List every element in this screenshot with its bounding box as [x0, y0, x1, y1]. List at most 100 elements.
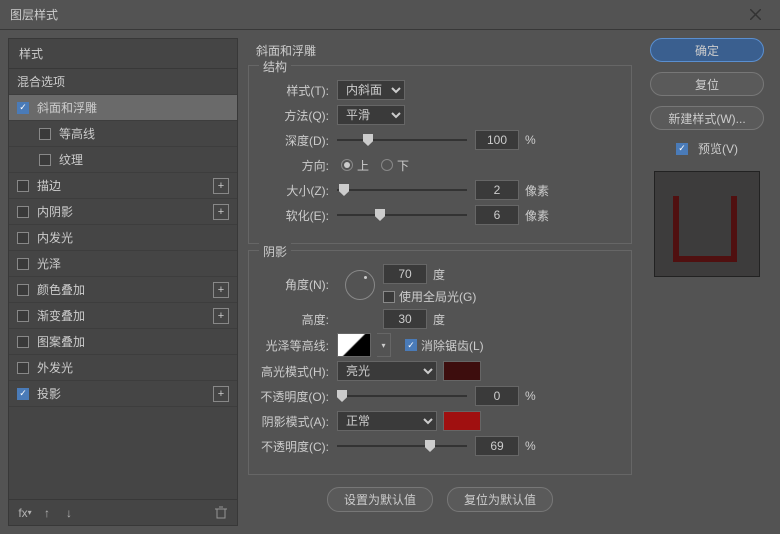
size-slider[interactable]: [337, 181, 467, 199]
settings-panel: 斜面和浮雕 结构 样式(T): 内斜面 方法(Q): 平滑 深度(D): % 方…: [238, 38, 642, 526]
add-effect-icon[interactable]: +: [213, 178, 229, 194]
styles-header: 样式: [9, 39, 237, 69]
soften-input[interactable]: [475, 205, 519, 225]
depth-label: 深度(D):: [257, 132, 337, 149]
shadow-color-swatch[interactable]: [443, 411, 481, 431]
shadow-opacity-slider[interactable]: [337, 437, 467, 455]
add-effect-icon[interactable]: +: [213, 282, 229, 298]
style-label: 图案叠加: [37, 333, 229, 350]
style-checkbox[interactable]: [17, 388, 29, 400]
section-title: 斜面和浮雕: [256, 42, 632, 59]
right-panel: 确定 复位 新建样式(W)... 预览(V): [642, 38, 772, 526]
gloss-contour-dropdown[interactable]: ▾: [377, 333, 391, 357]
style-checkbox[interactable]: [17, 362, 29, 374]
style-row[interactable]: 颜色叠加+: [9, 277, 237, 303]
style-checkbox[interactable]: [17, 206, 29, 218]
style-row[interactable]: 投影+: [9, 381, 237, 407]
highlight-mode-select[interactable]: 亮光: [337, 361, 437, 381]
style-checkbox[interactable]: [17, 180, 29, 192]
direction-down-radio[interactable]: [381, 159, 393, 171]
style-checkbox[interactable]: [39, 128, 51, 140]
ok-button[interactable]: 确定: [650, 38, 764, 62]
global-light-checkbox[interactable]: [383, 291, 395, 303]
altitude-label: 高度:: [257, 311, 337, 328]
style-label: 样式(T):: [257, 82, 337, 99]
style-row[interactable]: 渐变叠加+: [9, 303, 237, 329]
style-label: 光泽: [37, 255, 229, 272]
angle-label: 角度(N):: [257, 276, 337, 293]
style-label: 渐变叠加: [37, 307, 213, 324]
style-label: 外发光: [37, 359, 229, 376]
new-style-button[interactable]: 新建样式(W)...: [650, 106, 764, 130]
make-default-button[interactable]: 设置为默认值: [327, 487, 433, 512]
angle-dial[interactable]: [345, 270, 375, 300]
styles-list: 斜面和浮雕等高线纹理描边+内阴影+内发光光泽颜色叠加+渐变叠加+图案叠加外发光投…: [9, 95, 237, 499]
trash-icon[interactable]: [213, 505, 229, 521]
angle-input[interactable]: [383, 264, 427, 284]
direction-up-radio[interactable]: [341, 159, 353, 171]
depth-input[interactable]: [475, 130, 519, 150]
style-row[interactable]: 图案叠加: [9, 329, 237, 355]
styles-panel: 样式 混合选项 斜面和浮雕等高线纹理描边+内阴影+内发光光泽颜色叠加+渐变叠加+…: [8, 38, 238, 526]
highlight-opacity-input[interactable]: [475, 386, 519, 406]
soften-label: 软化(E):: [257, 207, 337, 224]
shadow-mode-label: 阴影模式(A):: [257, 413, 337, 430]
shadow-mode-select[interactable]: 正常: [337, 411, 437, 431]
style-checkbox[interactable]: [17, 284, 29, 296]
add-effect-icon[interactable]: +: [213, 386, 229, 402]
structure-legend: 结构: [259, 58, 291, 75]
style-label: 斜面和浮雕: [37, 99, 229, 116]
titlebar: 图层样式: [0, 0, 780, 30]
depth-slider[interactable]: [337, 131, 467, 149]
style-label: 等高线: [59, 125, 229, 142]
styles-footer: fx▾ ↑ ↓: [9, 499, 237, 525]
blend-options-row[interactable]: 混合选项: [9, 69, 237, 95]
close-button[interactable]: [740, 0, 770, 30]
soften-slider[interactable]: [337, 206, 467, 224]
main: 样式 混合选项 斜面和浮雕等高线纹理描边+内阴影+内发光光泽颜色叠加+渐变叠加+…: [0, 30, 780, 534]
close-icon: [750, 9, 761, 20]
style-checkbox[interactable]: [17, 336, 29, 348]
add-effect-icon[interactable]: +: [213, 308, 229, 324]
preview-thumbnail: [654, 171, 760, 277]
highlight-color-swatch[interactable]: [443, 361, 481, 381]
style-row[interactable]: 外发光: [9, 355, 237, 381]
structure-group: 结构 样式(T): 内斜面 方法(Q): 平滑 深度(D): % 方向: 上 下: [248, 65, 632, 244]
highlight-opacity-slider[interactable]: [337, 387, 467, 405]
shading-group: 阴影 角度(N): 度 使用全局光(G) 高度:: [248, 250, 632, 475]
shadow-opacity-input[interactable]: [475, 436, 519, 456]
style-checkbox[interactable]: [39, 154, 51, 166]
arrow-down-icon[interactable]: ↓: [61, 505, 77, 521]
highlight-opacity-label: 不透明度(O):: [257, 388, 337, 405]
style-row[interactable]: 光泽: [9, 251, 237, 277]
style-label: 内发光: [37, 229, 229, 246]
fx-icon[interactable]: fx▾: [17, 505, 33, 521]
gloss-contour-swatch[interactable]: [337, 333, 371, 357]
style-row[interactable]: 内发光: [9, 225, 237, 251]
style-label: 投影: [37, 385, 213, 402]
style-checkbox[interactable]: [17, 310, 29, 322]
preview-label: 预览(V): [698, 140, 738, 157]
style-row[interactable]: 内阴影+: [9, 199, 237, 225]
style-checkbox[interactable]: [17, 258, 29, 270]
size-label: 大小(Z):: [257, 182, 337, 199]
add-effect-icon[interactable]: +: [213, 204, 229, 220]
style-select[interactable]: 内斜面: [337, 80, 405, 100]
style-checkbox[interactable]: [17, 102, 29, 114]
reset-default-button[interactable]: 复位为默认值: [447, 487, 553, 512]
style-row[interactable]: 等高线: [9, 121, 237, 147]
style-row[interactable]: 斜面和浮雕: [9, 95, 237, 121]
arrow-up-icon[interactable]: ↑: [39, 505, 55, 521]
gloss-contour-label: 光泽等高线:: [257, 337, 337, 354]
size-input[interactable]: [475, 180, 519, 200]
technique-select[interactable]: 平滑: [337, 105, 405, 125]
style-checkbox[interactable]: [17, 232, 29, 244]
cancel-button[interactable]: 复位: [650, 72, 764, 96]
style-row[interactable]: 纹理: [9, 147, 237, 173]
direction-label: 方向:: [257, 157, 337, 174]
antialias-checkbox[interactable]: [405, 339, 417, 351]
preview-checkbox[interactable]: [676, 143, 688, 155]
highlight-mode-label: 高光模式(H):: [257, 363, 337, 380]
altitude-input[interactable]: [383, 309, 427, 329]
style-row[interactable]: 描边+: [9, 173, 237, 199]
